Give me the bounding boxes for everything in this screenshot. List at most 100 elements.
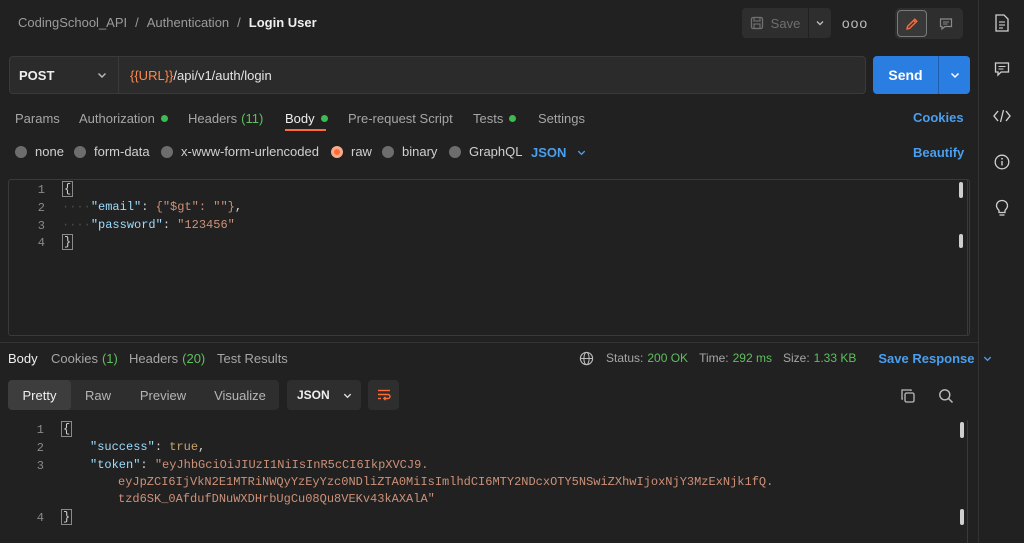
view-visualize-button[interactable]: Visualize — [204, 380, 276, 410]
documentation-button[interactable] — [993, 14, 1011, 32]
response-tab-body[interactable]: Body — [8, 349, 38, 367]
document-icon — [995, 14, 1009, 32]
tab-headers[interactable]: Headers (11) — [188, 108, 263, 128]
info-button[interactable] — [993, 153, 1011, 171]
breadcrumb-request[interactable]: Login User — [249, 15, 317, 30]
radio-circle — [15, 145, 27, 158]
tab-params[interactable]: Params — [15, 108, 60, 128]
tab-label: Authorization — [79, 110, 155, 126]
size-value[interactable]: 1.33 KB — [814, 351, 857, 365]
save-label: Save — [770, 15, 801, 31]
json-value-continued: tzd6SK_0AfdufDNuWXDHrbUgCu08Qu8VEKv43kAX… — [118, 492, 435, 506]
wrap-lines-icon — [377, 389, 391, 401]
line-number: 2 — [36, 441, 44, 455]
line-number: 1 — [36, 423, 44, 437]
comment-mode-button[interactable] — [931, 10, 961, 37]
lightbulb-icon — [995, 199, 1009, 216]
radio-form-data[interactable]: form-data — [74, 144, 150, 159]
request-body-editor[interactable]: 1 2 3 4 { ····"email": {"$gt": ""}, ····… — [8, 179, 970, 336]
tab-authorization[interactable]: Authorization — [79, 108, 168, 128]
response-format-select[interactable]: JSON — [287, 380, 361, 410]
status-dot — [320, 114, 328, 122]
response-tab-headers[interactable]: Headers (20) — [129, 349, 205, 367]
radio-label: x-www-form-urlencoded — [181, 144, 319, 159]
send-button[interactable]: Send — [873, 56, 938, 94]
search-response-button[interactable] — [938, 388, 954, 407]
save-response-button[interactable]: Save Response — [878, 351, 974, 366]
indent-guide: ···· — [62, 200, 91, 214]
ideas-button[interactable] — [993, 199, 1011, 217]
globe-icon[interactable] — [579, 351, 594, 366]
editor-scrollbar-thumb[interactable] — [959, 182, 963, 198]
line-number: 1 — [37, 183, 45, 197]
response-tab-cookies[interactable]: Cookies (1) — [51, 349, 118, 367]
tab-label: Tests — [473, 110, 504, 126]
wrap-lines-button[interactable] — [368, 380, 399, 410]
tab-pre-request-script[interactable]: Pre-request Script — [348, 108, 453, 128]
radio-binary[interactable]: binary — [382, 144, 437, 159]
radio-graphql[interactable]: GraphQL — [449, 144, 522, 159]
radio-none[interactable]: none — [15, 144, 64, 159]
response-view-group: Pretty Raw Preview Visualize — [8, 380, 279, 410]
time-label: Time: — [699, 351, 729, 365]
beautify-link[interactable]: Beautify — [913, 145, 964, 160]
save-button[interactable]: Save — [742, 8, 808, 38]
radio-raw[interactable]: raw — [331, 144, 372, 159]
view-raw-button[interactable]: Raw — [74, 380, 122, 410]
response-divider — [0, 342, 978, 343]
copy-icon — [901, 389, 915, 403]
json-value-continued: eyJpZCI6IjVkN2E1MTRiNWQyYzEyYzc0NDliZTA0… — [118, 475, 774, 489]
search-icon — [939, 389, 954, 404]
tab-tests[interactable]: Tests — [473, 108, 517, 128]
tab-body[interactable]: Body — [285, 108, 328, 128]
breadcrumb-collection[interactable]: CodingSchool_API — [18, 15, 127, 30]
radio-label: none — [35, 144, 64, 159]
tab-label: Headers — [188, 110, 238, 126]
radio-label: form-data — [94, 144, 150, 159]
tab-label: Pre-request Script — [348, 110, 453, 126]
comments-button[interactable] — [993, 60, 1011, 78]
save-group: Save — [742, 8, 831, 38]
pencil-icon — [906, 17, 918, 30]
status-dot — [160, 114, 168, 122]
send-options-button[interactable] — [939, 56, 970, 94]
url-input[interactable]: {{URL}}/api/v1/auth/login — [119, 56, 866, 94]
tab-label: Body — [285, 110, 315, 126]
open-brace: { — [61, 421, 73, 437]
active-tab-indicator — [285, 129, 326, 131]
top-bar: CodingSchool_API / Authentication / Logi… — [0, 0, 978, 46]
view-pretty-button[interactable]: Pretty — [8, 380, 71, 410]
tab-label: Settings — [538, 110, 585, 126]
edit-mode-button[interactable] — [897, 10, 927, 37]
response-body-viewer[interactable]: 1 2 3 4 { "success": true, "token": "eyJ… — [8, 420, 970, 543]
response-meta: Status: 200 OK Time: 292 ms Size: 1.33 K… — [579, 349, 993, 367]
time-value[interactable]: 292 ms — [733, 351, 772, 365]
radio-label: GraphQL — [469, 144, 523, 159]
code-icon — [993, 109, 1011, 123]
line-number: 2 — [37, 201, 45, 215]
radio-circle — [74, 145, 86, 158]
radio-circle — [449, 145, 461, 158]
method-select[interactable]: POST — [9, 56, 119, 94]
body-format-select[interactable]: JSON — [531, 145, 587, 160]
tab-settings[interactable]: Settings — [538, 108, 585, 128]
radio-x-www-form-urlencoded[interactable]: x-www-form-urlencoded — [161, 144, 319, 159]
more-actions-button[interactable]: ooo — [842, 8, 868, 38]
tab-count: (20) — [182, 350, 206, 366]
breadcrumb-folder[interactable]: Authentication — [147, 15, 229, 30]
viewer-scrollbar-thumb[interactable] — [960, 422, 964, 438]
copy-response-button[interactable] — [900, 388, 916, 407]
radio-circle-selected — [331, 145, 343, 158]
cookies-link[interactable]: Cookies — [913, 110, 964, 125]
code-snippet-button[interactable] — [993, 107, 1011, 125]
response-tab-test-results[interactable]: Test Results — [217, 349, 288, 367]
line-number: 4 — [37, 236, 45, 250]
radio-circle — [382, 145, 394, 158]
save-options-button[interactable] — [809, 8, 831, 38]
chevron-down-icon[interactable] — [982, 353, 993, 364]
status-value[interactable]: 200 OK — [647, 351, 688, 365]
json-key: "token" — [90, 458, 141, 472]
editor-scrollbar-marker — [959, 234, 963, 248]
status-label: Status: — [606, 351, 644, 365]
view-preview-button[interactable]: Preview — [128, 380, 198, 410]
